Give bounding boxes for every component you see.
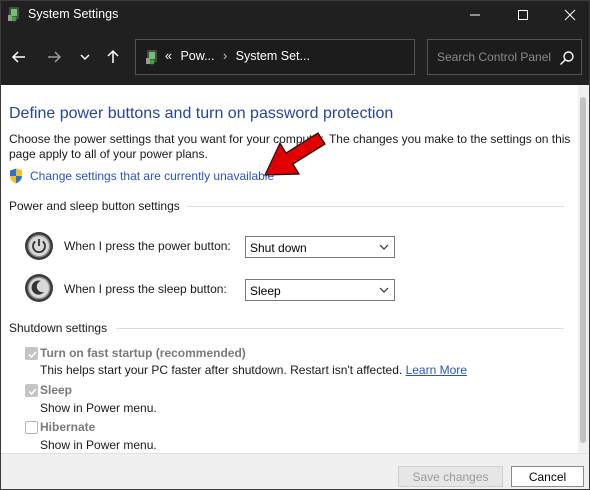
close-icon xyxy=(564,9,576,21)
back-button[interactable] xyxy=(5,43,33,71)
power-options-icon xyxy=(146,50,157,65)
maximize-icon xyxy=(518,10,528,20)
recent-locations-button[interactable] xyxy=(71,43,99,71)
chevron-down-icon xyxy=(80,54,90,61)
sleep-option-description: Show in Power menu. xyxy=(40,401,157,415)
shutdown-section-heading: Shutdown settings xyxy=(9,321,108,335)
uac-shield-icon xyxy=(10,168,22,184)
save-changes-button[interactable]: Save changes xyxy=(398,466,503,487)
search-input[interactable]: Search Control Panel xyxy=(437,50,551,64)
sleep-button-label: When I press the sleep button: xyxy=(64,282,227,296)
breadcrumb-separator: › xyxy=(222,49,228,63)
power-button-label: When I press the power button: xyxy=(64,239,231,253)
breadcrumb: « Pow... › System Set... xyxy=(165,49,310,63)
minimize-icon xyxy=(470,14,480,16)
section-divider xyxy=(187,206,564,207)
power-button-icon xyxy=(25,232,53,260)
forward-button[interactable] xyxy=(40,43,68,71)
minimize-button[interactable] xyxy=(452,1,498,29)
power-button-action-value: Shut down xyxy=(250,241,307,255)
checkmark-icon xyxy=(28,388,37,396)
learn-more-link[interactable]: Learn More xyxy=(406,363,467,377)
sleep-button-icon xyxy=(25,274,53,302)
system-settings-window: System Settings « Pow... › System Set...… xyxy=(0,0,590,490)
fast-startup-label: Turn on fast startup (recommended) xyxy=(40,346,246,360)
sleep-checkbox[interactable] xyxy=(25,384,38,397)
vertical-scrollbar[interactable] xyxy=(578,85,589,453)
window-title: System Settings xyxy=(28,7,119,21)
scrollbar-thumb[interactable] xyxy=(580,97,586,443)
search-icon xyxy=(560,51,574,65)
hibernate-checkbox[interactable] xyxy=(25,421,38,434)
section-divider xyxy=(116,328,564,329)
fast-startup-checkbox[interactable] xyxy=(25,347,38,360)
change-settings-link[interactable]: Change settings that are currently unava… xyxy=(30,169,274,183)
address-bar[interactable]: « Pow... › System Set... xyxy=(135,39,533,75)
cancel-button[interactable]: Cancel xyxy=(511,466,584,487)
sleep-option-label: Sleep xyxy=(40,383,73,397)
sleep-button-action-select[interactable]: Sleep xyxy=(245,279,395,301)
red-arrow-annotation xyxy=(264,132,326,176)
power-button-action-select[interactable]: Shut down xyxy=(245,236,395,258)
arrow-up-icon xyxy=(107,49,119,63)
power-options-app-icon xyxy=(8,7,19,22)
navigation-bar: « Pow... › System Set... Search Control … xyxy=(1,29,589,85)
arrow-left-icon xyxy=(11,51,25,63)
breadcrumb-item-system-settings[interactable]: System Set... xyxy=(236,49,310,63)
chevron-down-icon xyxy=(379,287,389,293)
up-button[interactable] xyxy=(99,43,127,71)
fast-startup-description: This helps start your PC faster after sh… xyxy=(40,363,467,377)
breadcrumb-overflow[interactable]: « xyxy=(165,49,172,63)
close-button[interactable] xyxy=(547,1,590,29)
sleep-button-action-value: Sleep xyxy=(250,284,281,298)
hibernate-option-description: Show in Power menu. xyxy=(40,438,157,452)
hibernate-option-label: Hibernate xyxy=(40,420,96,434)
title-bar: System Settings xyxy=(1,1,589,29)
page-title: Define power buttons and turn on passwor… xyxy=(9,105,394,122)
search-box[interactable]: Search Control Panel xyxy=(427,39,582,75)
fast-startup-help-text: This helps start your PC faster after sh… xyxy=(40,363,403,377)
checkmark-icon xyxy=(28,351,37,359)
footer-bar: Save changes Cancel xyxy=(1,453,589,489)
arrow-right-icon xyxy=(48,51,62,63)
chevron-down-icon xyxy=(379,244,389,250)
breadcrumb-item-power-options[interactable]: Pow... xyxy=(180,49,214,63)
maximize-button[interactable] xyxy=(500,1,546,29)
power-section-heading: Power and sleep button settings xyxy=(9,199,180,213)
